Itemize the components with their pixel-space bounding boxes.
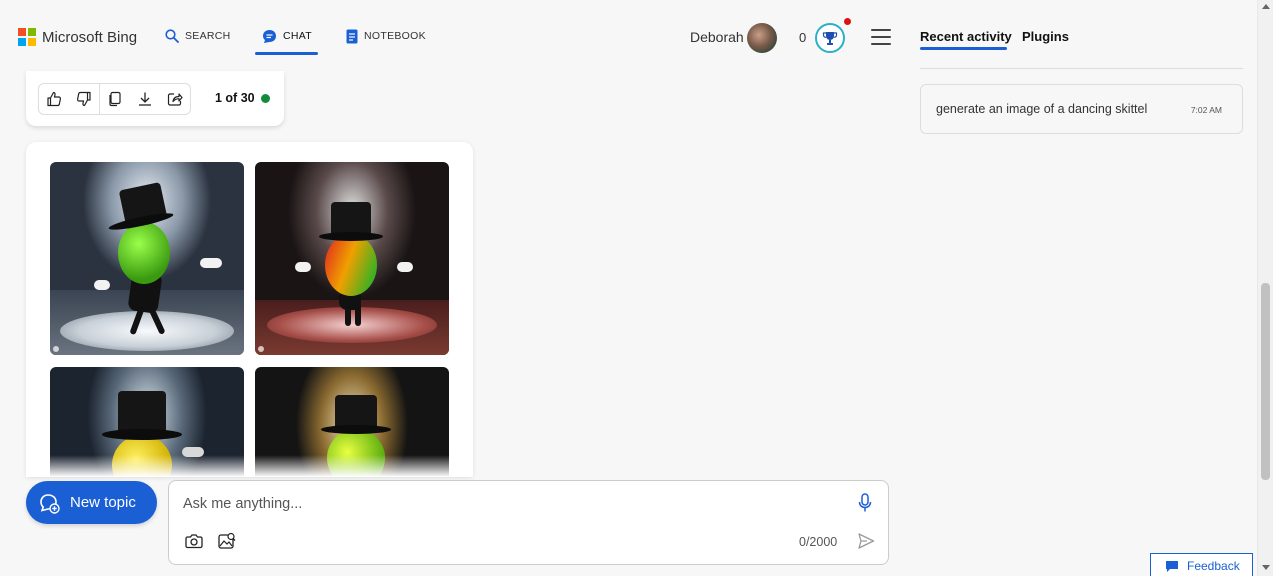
copy-icon <box>109 91 121 107</box>
image-pager: 1 of 30 <box>215 91 255 105</box>
tab-plugins[interactable]: Plugins <box>1022 29 1069 44</box>
character-counter: 0/2000 <box>799 535 838 549</box>
generated-image-2[interactable] <box>255 162 449 355</box>
activity-title: generate an image of a dancing skittel <box>936 102 1148 116</box>
action-button-group <box>38 83 191 115</box>
user-name[interactable]: Deborah <box>690 29 744 45</box>
dislike-button[interactable] <box>69 84 99 114</box>
tab-search-label: SEARCH <box>185 30 231 42</box>
tab-chat[interactable]: CHAT <box>262 26 312 46</box>
chat-icon <box>263 29 276 43</box>
scroll-down-arrow-icon[interactable] <box>1262 565 1270 570</box>
rewards-button[interactable] <box>815 23 845 53</box>
active-tab-indicator <box>255 52 318 55</box>
scrollbar-thumb[interactable] <box>1261 283 1270 480</box>
camera-icon[interactable] <box>185 533 203 554</box>
feedback-label: Feedback <box>1187 559 1240 573</box>
recent-activity-item[interactable]: generate an image of a dancing skittel 7… <box>920 84 1243 134</box>
dislike-icon <box>76 91 91 107</box>
scroll-up-arrow-icon[interactable] <box>1262 4 1270 9</box>
status-dot <box>261 94 270 103</box>
rewards-count[interactable]: 0 <box>799 30 806 45</box>
right-panel-divider <box>920 68 1243 69</box>
notebook-icon <box>346 29 358 43</box>
avatar[interactable] <box>747 23 777 53</box>
chat-input[interactable] <box>183 493 823 515</box>
share-button[interactable] <box>160 84 190 114</box>
feedback-icon <box>1166 560 1178 572</box>
download-button[interactable] <box>130 84 160 114</box>
microphone-icon[interactable] <box>858 493 872 518</box>
page-scrollbar[interactable] <box>1257 0 1273 576</box>
like-button[interactable] <box>39 84 69 114</box>
image-search-icon[interactable] <box>218 532 236 555</box>
download-icon <box>139 92 151 106</box>
search-icon <box>165 29 179 43</box>
new-topic-icon <box>38 492 60 514</box>
response-actions: 1 of 30 <box>26 71 284 126</box>
share-icon <box>167 93 183 106</box>
recent-activity-indicator <box>920 47 1007 50</box>
tab-search[interactable]: SEARCH <box>165 26 231 46</box>
copy-button[interactable] <box>100 84 130 114</box>
tab-notebook-label: NOTEBOOK <box>364 30 426 42</box>
tab-notebook[interactable]: NOTEBOOK <box>346 26 426 46</box>
new-topic-label: New topic <box>70 494 136 511</box>
chat-composer: 0/2000 <box>168 480 889 565</box>
notification-dot <box>844 18 851 25</box>
trophy-icon <box>822 32 838 45</box>
brand-name: Microsoft Bing <box>42 28 138 46</box>
bing-logo[interactable]: Microsoft Bing <box>18 28 137 46</box>
send-icon[interactable] <box>857 532 875 555</box>
new-topic-button[interactable]: New topic <box>26 481 157 524</box>
image-card-fade <box>26 455 473 477</box>
menu-button[interactable] <box>871 29 891 45</box>
tab-recent-activity[interactable]: Recent activity <box>920 29 1012 44</box>
generated-image-1[interactable] <box>50 162 244 355</box>
tab-chat-label: CHAT <box>283 30 313 42</box>
like-icon <box>47 91 62 107</box>
generated-images-card <box>26 142 473 477</box>
feedback-button[interactable]: Feedback <box>1150 553 1253 576</box>
microsoft-logo-icon <box>18 28 36 46</box>
activity-time: 7:02 AM <box>1190 105 1222 115</box>
